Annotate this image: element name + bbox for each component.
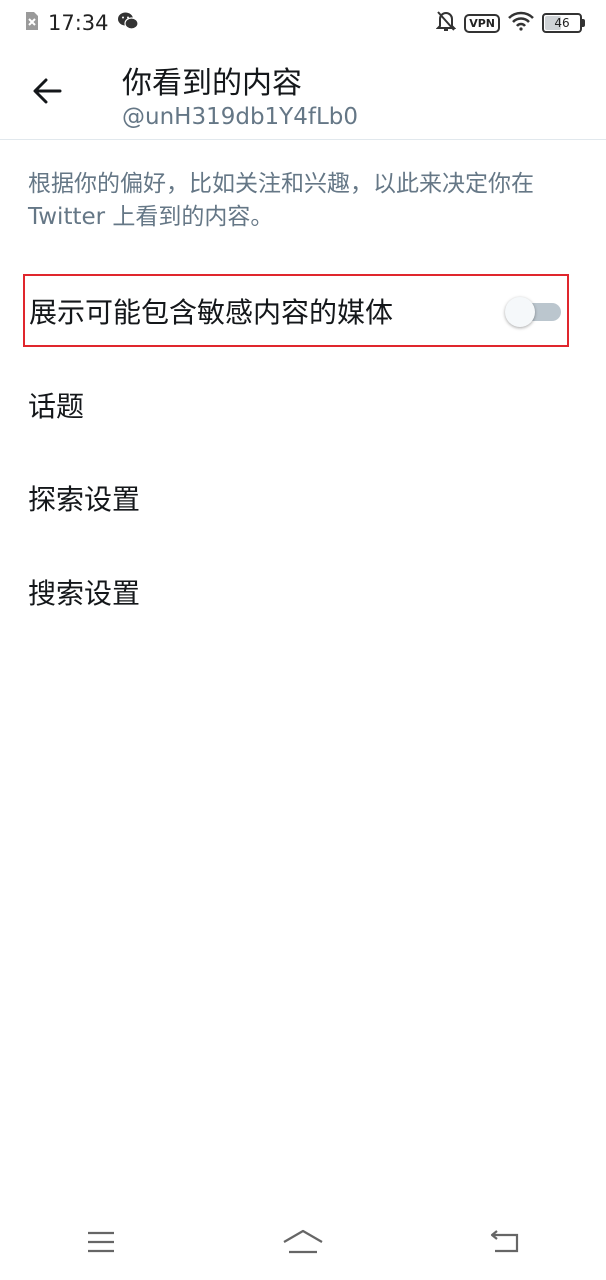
status-bar-left: 17:34 bbox=[24, 11, 139, 36]
mute-bell-icon bbox=[435, 10, 457, 37]
screen: 17:34 VPN 46 你看到的内容 @unH319db1Y4fLb0 根据你… bbox=[0, 0, 606, 1280]
search-settings[interactable]: 搜索设置 bbox=[0, 557, 606, 627]
explore-settings[interactable]: 探索设置 bbox=[0, 463, 606, 533]
back-arrow-icon bbox=[32, 78, 62, 108]
page-title: 你看到的内容 bbox=[122, 66, 302, 101]
wifi-icon bbox=[508, 11, 534, 36]
status-time: 17:34 bbox=[48, 11, 109, 35]
status-bar: 17:34 VPN 46 bbox=[0, 0, 606, 46]
page-description: 根据你的偏好，比如关注和兴趣，以此来决定你在 Twitter 上看到的内容。 bbox=[28, 171, 534, 230]
back-nav-button[interactable] bbox=[475, 1224, 535, 1264]
back-icon bbox=[489, 1229, 521, 1259]
wechat-icon bbox=[117, 11, 139, 36]
sim-error-icon bbox=[24, 11, 40, 36]
home-icon bbox=[282, 1228, 324, 1260]
status-bar-right: VPN 46 bbox=[435, 10, 585, 37]
toggle-thumb bbox=[505, 296, 535, 327]
menu-icon bbox=[86, 1230, 116, 1258]
sensitive-media-label: 展示可能包含敏感内容的媒体 bbox=[29, 295, 394, 329]
back-button[interactable] bbox=[26, 72, 68, 114]
battery-icon: 46 bbox=[542, 13, 585, 33]
battery-percent: 46 bbox=[554, 16, 570, 30]
recents-button[interactable] bbox=[71, 1224, 131, 1264]
sensitive-media-setting[interactable]: 展示可能包含敏感内容的媒体 bbox=[23, 274, 569, 347]
vpn-icon: VPN bbox=[464, 13, 500, 33]
home-button[interactable] bbox=[273, 1224, 333, 1264]
explore-settings-label: 探索设置 bbox=[28, 483, 141, 516]
system-nav-bar bbox=[0, 1208, 606, 1280]
search-settings-label: 搜索设置 bbox=[28, 577, 141, 610]
account-handle: @unH319db1Y4fLb0 bbox=[122, 104, 359, 130]
app-header: 你看到的内容 @unH319db1Y4fLb0 bbox=[0, 46, 606, 140]
sensitive-media-toggle[interactable] bbox=[505, 296, 561, 327]
topics-setting[interactable]: 话题 bbox=[0, 370, 606, 440]
topics-label: 话题 bbox=[28, 390, 85, 423]
